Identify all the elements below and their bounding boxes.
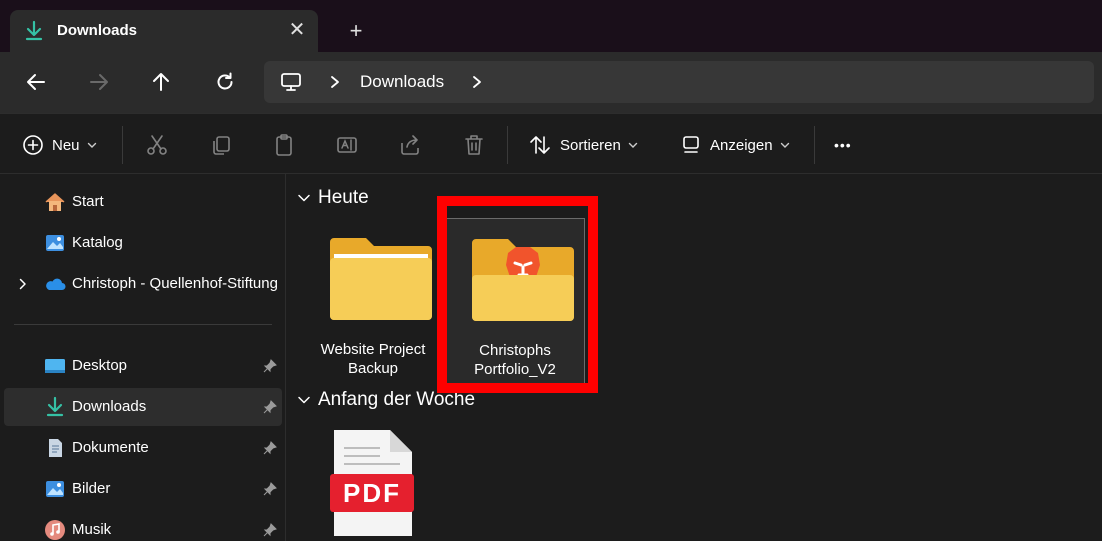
clipboard-icon <box>276 134 292 156</box>
chevron-down-icon <box>780 142 789 148</box>
share-button[interactable] <box>398 128 422 162</box>
close-tab-icon[interactable]: ✕ <box>286 19 308 41</box>
file-name: Christophs Portfolio_V2 <box>474 342 556 378</box>
toolbar-divider <box>814 126 815 164</box>
toolbar-divider <box>122 126 123 164</box>
download-icon <box>46 396 64 417</box>
paste-button[interactable] <box>272 128 296 162</box>
share-icon <box>401 135 419 155</box>
title-bar: Downloads ✕ + <box>0 0 1102 52</box>
sidebar-label: Start <box>72 193 104 210</box>
tab-title: Downloads <box>57 22 138 39</box>
refresh-button[interactable] <box>209 66 241 98</box>
sidebar-label: Christoph - Quellenhof-Stiftung <box>72 275 278 292</box>
group-label: Anfang der Woche <box>318 389 476 410</box>
group-label: Heute <box>318 187 369 208</box>
sort-button[interactable]: Sortieren <box>528 128 638 162</box>
pin-icon[interactable] <box>263 400 277 414</box>
rename-button[interactable] <box>335 128 359 162</box>
new-button[interactable]: Neu <box>22 128 97 162</box>
file-item-pdf[interactable]: PDF <box>302 422 444 541</box>
navigation-bar: Downloads <box>0 52 1102 113</box>
chevron-down-icon <box>298 396 310 404</box>
sort-icon <box>530 136 550 154</box>
sidebar-label: Katalog <box>72 234 123 251</box>
pdf-badge-label: PDF <box>343 478 401 508</box>
pin-icon[interactable] <box>263 441 277 455</box>
rename-icon <box>337 137 357 153</box>
view-icon <box>683 136 699 153</box>
plus-circle-icon <box>23 135 43 155</box>
sidebar-item-onedrive[interactable]: Christoph - Quellenhof-Stiftung <box>4 265 282 303</box>
document-icon <box>49 439 62 457</box>
pin-icon[interactable] <box>263 482 277 496</box>
address-bar[interactable]: Downloads <box>264 61 1094 103</box>
pin-icon[interactable] <box>263 359 277 373</box>
sidebar-item-dokumente[interactable]: Dokumente <box>4 429 282 467</box>
desktop-icon <box>45 359 65 373</box>
cut-button[interactable] <box>145 128 169 162</box>
file-list: Heute Website Project Backup Christophs … <box>287 174 1102 541</box>
pin-icon[interactable] <box>263 523 277 537</box>
chevron-down-icon <box>298 194 310 202</box>
chevron-right-icon[interactable] <box>328 73 342 91</box>
sidebar-item-desktop[interactable]: Desktop <box>4 347 282 385</box>
folder-icon <box>330 238 432 320</box>
sidebar-item-musik[interactable]: Musik <box>4 511 282 541</box>
arrow-right-icon <box>90 74 108 90</box>
group-header-heute[interactable]: Heute <box>297 186 369 210</box>
sidebar-label: Bilder <box>72 480 111 497</box>
sidebar-item-katalog[interactable]: Katalog <box>4 224 282 262</box>
view-label: Anzeigen <box>710 136 773 154</box>
breadcrumb-downloads[interactable]: Downloads <box>360 72 444 92</box>
view-button[interactable]: Anzeigen <box>680 128 790 162</box>
download-icon <box>25 20 43 41</box>
toolbar-divider <box>507 126 508 164</box>
cloud-icon <box>46 278 66 290</box>
sidebar-label: Downloads <box>72 398 147 415</box>
pictures-icon <box>46 481 64 497</box>
trash-icon <box>465 135 483 155</box>
up-button[interactable] <box>145 66 177 98</box>
refresh-icon <box>217 72 233 90</box>
sidebar-item-start[interactable]: Start <box>4 183 282 221</box>
brave-folder-icon <box>472 239 574 321</box>
navigation-pane: Start Katalog Christoph - Quellenhof-Sti… <box>0 174 286 541</box>
sidebar-item-downloads[interactable]: Downloads <box>4 388 282 426</box>
arrow-left-icon <box>27 74 45 90</box>
sort-label: Sortieren <box>560 136 621 154</box>
chevron-down-icon <box>628 142 638 148</box>
command-bar: Neu Sortieren Anzeigen ••• <box>0 113 1102 174</box>
new-label: Neu <box>52 136 80 154</box>
chevron-right-icon[interactable] <box>470 73 484 91</box>
delete-button[interactable] <box>462 128 486 162</box>
forward-button[interactable] <box>83 66 115 98</box>
gallery-icon <box>46 235 64 251</box>
more-icon: ••• <box>834 137 852 153</box>
scissors-icon <box>147 135 167 155</box>
file-item-website-project-backup[interactable]: Website Project Backup <box>302 218 444 388</box>
group-header-anfang-der-woche[interactable]: Anfang der Woche <box>297 388 475 412</box>
sidebar-label: Musik <box>72 521 112 538</box>
copy-button[interactable] <box>209 128 233 162</box>
music-icon <box>45 520 65 540</box>
sidebar-label: Dokumente <box>72 439 149 456</box>
tab-downloads[interactable]: Downloads ✕ <box>10 10 318 52</box>
sidebar-label: Desktop <box>72 357 128 374</box>
computer-icon <box>281 73 301 91</box>
file-item-christophs-portfolio-v2[interactable]: Christophs Portfolio_V2 <box>443 218 585 388</box>
copy-icon <box>213 136 230 155</box>
new-tab-button[interactable]: + <box>344 19 368 43</box>
back-button[interactable] <box>20 66 52 98</box>
chevron-down-icon <box>87 142 96 148</box>
sidebar-item-bilder[interactable]: Bilder <box>4 470 282 508</box>
arrow-up-icon <box>153 73 169 91</box>
chevron-right-icon[interactable] <box>18 277 28 291</box>
more-options-button[interactable]: ••• <box>834 128 852 162</box>
file-name: Website Project Backup <box>320 341 426 377</box>
sidebar-divider <box>14 324 272 325</box>
home-icon <box>45 193 65 211</box>
